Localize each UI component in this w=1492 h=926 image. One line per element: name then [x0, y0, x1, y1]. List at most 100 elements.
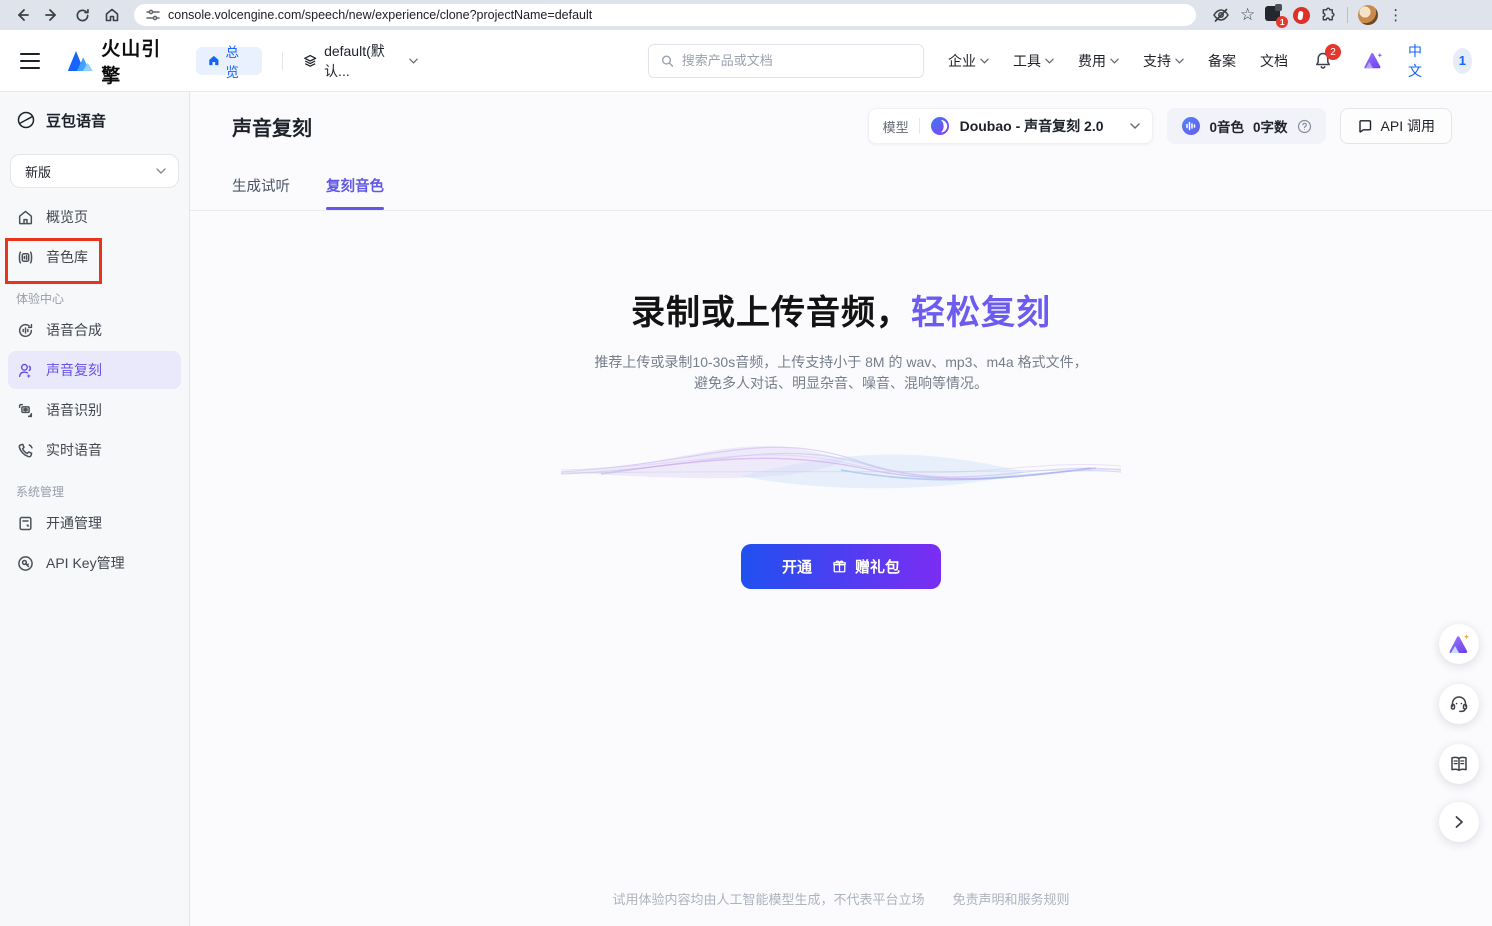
ai-assistant-volcano-icon[interactable]	[1362, 51, 1384, 71]
refresh-icon[interactable]	[70, 3, 94, 27]
docs-float-button[interactable]	[1439, 744, 1479, 784]
activate-gift-button[interactable]: 开通 赠礼包	[741, 544, 941, 589]
forward-icon[interactable]	[40, 3, 64, 27]
notifications-bell-icon[interactable]: 2	[1314, 51, 1332, 70]
language-switcher[interactable]: 中文	[1408, 41, 1429, 81]
gift-package-label: 赠礼包	[855, 556, 900, 577]
hero-title-main: 录制或上传音频，	[631, 294, 911, 332]
headset-icon	[1449, 694, 1469, 714]
key-icon	[16, 554, 34, 572]
sidebar-item-label: 语音合成	[46, 320, 102, 340]
home-icon[interactable]	[100, 3, 124, 27]
url-text[interactable]: console.volcengine.com/speech/new/experi…	[168, 8, 592, 22]
sidebar-item-label: 开通管理	[46, 513, 102, 533]
nav-billing[interactable]: 费用	[1078, 51, 1119, 71]
nav-support[interactable]: 支持	[1143, 51, 1184, 71]
version-selector[interactable]: 新版	[10, 154, 179, 188]
sidebar-item-label: 概览页	[46, 207, 88, 227]
overview-tab[interactable]: 总览	[196, 47, 262, 75]
chevron-down-icon	[1045, 58, 1054, 64]
nav-filing[interactable]: 备案	[1208, 51, 1236, 71]
activate-label: 开通	[782, 556, 812, 577]
doubao-logo-icon	[930, 116, 950, 136]
nav-label: 备案	[1208, 51, 1236, 71]
page: console.volcengine.com/speech/new/experi…	[0, 0, 1492, 926]
customer-service-float-button[interactable]	[1439, 684, 1479, 724]
hero-title-accent: 轻松复刻	[911, 294, 1051, 332]
footer-disclaimer: 试用体验内容均由人工智能模型生成，不代表平台立场	[612, 889, 924, 908]
sidebar-item-label: 语音识别	[46, 400, 102, 420]
sidebar-item-label: 声音复刻	[46, 360, 102, 380]
chevron-down-icon	[1175, 58, 1184, 64]
speech-synthesis-icon	[16, 321, 34, 339]
volcano-logo-icon	[66, 48, 93, 74]
api-call-label: API 调用	[1381, 116, 1435, 136]
api-call-button[interactable]: API 调用	[1340, 108, 1452, 144]
footer: 试用体验内容均由人工智能模型生成，不代表平台立场 免责声明和服务规则	[190, 889, 1492, 908]
gift-icon	[832, 559, 847, 574]
nav-label: 费用	[1078, 51, 1106, 71]
sidebar-item-label: 实时语音	[46, 440, 102, 460]
soundwave-badge-icon	[1181, 116, 1201, 136]
page-title: 声音复刻	[232, 112, 312, 141]
product-name: 豆包语音	[46, 110, 106, 131]
app-header: 火山引擎 总览 default(默认... 企业 工具 费用	[0, 30, 1492, 92]
ai-assistant-float-button[interactable]	[1439, 624, 1479, 664]
model-label: 模型	[883, 117, 909, 136]
tab-clone-voice[interactable]: 复刻音色	[326, 175, 384, 210]
document-icon	[16, 514, 34, 532]
extension-badge: 1	[1276, 16, 1288, 28]
sidebar-item-activation-management[interactable]: 开通管理	[8, 504, 181, 542]
notification-badge: 2	[1325, 44, 1341, 60]
product-search[interactable]	[648, 44, 924, 78]
project-selector[interactable]: default(默认...	[303, 41, 418, 81]
sidebar-item-realtime-voice[interactable]: 实时语音	[8, 431, 181, 469]
search-input[interactable]	[682, 53, 911, 68]
browser-profile-avatar[interactable]	[1358, 5, 1378, 25]
volcengine-logo[interactable]: 火山引擎	[66, 34, 174, 88]
browser-actions: ☆ 1 ⋮	[1212, 5, 1403, 25]
search-icon	[661, 54, 674, 68]
layers-icon	[303, 53, 317, 69]
nav-label: 企业	[948, 51, 976, 71]
logo-text: 火山引擎	[101, 34, 174, 88]
browser-menu-icon[interactable]: ⋮	[1388, 6, 1403, 24]
browser-toolbar: console.volcengine.com/speech/new/experi…	[0, 0, 1492, 30]
open-book-icon	[1449, 755, 1469, 773]
main-controls: 模型 Doubao - 声音复刻 2.0	[868, 108, 1452, 144]
nav-enterprise[interactable]: 企业	[948, 51, 989, 71]
sidebar-item-speech-synthesis[interactable]: 语音合成	[8, 311, 181, 349]
model-selector[interactable]: 模型 Doubao - 声音复刻 2.0	[868, 108, 1153, 144]
user-avatar[interactable]: 1	[1453, 48, 1472, 74]
hide-eye-icon[interactable]	[1212, 6, 1230, 24]
tab-generate-preview[interactable]: 生成试听	[232, 175, 290, 210]
speech-recognition-icon	[16, 401, 34, 419]
sidebar-item-speech-recognition[interactable]: 语音识别	[8, 391, 181, 429]
home-small-icon	[208, 54, 220, 67]
phone-icon	[16, 441, 34, 459]
help-icon[interactable]	[1297, 119, 1312, 134]
sidebar-item-api-key-management[interactable]: API Key管理	[8, 544, 181, 582]
nav-tools[interactable]: 工具	[1013, 51, 1054, 71]
back-icon[interactable]	[10, 3, 34, 27]
sidebar-item-voice-clone[interactable]: 声音复刻	[8, 351, 181, 389]
footer-terms-link[interactable]: 免责声明和服务规则	[953, 889, 1070, 908]
extension-red-icon[interactable]	[1293, 7, 1310, 24]
voice-library-icon	[16, 248, 34, 266]
sidebar-item-voice-library[interactable]: 音色库	[8, 238, 181, 276]
sidebar-section-experience: 体验中心	[16, 290, 173, 307]
collapse-panel-button[interactable]	[1439, 802, 1479, 842]
extensions-puzzle-icon[interactable]	[1320, 7, 1337, 24]
bookmark-star-icon[interactable]: ☆	[1240, 5, 1255, 25]
hero-description-line1: 推荐上传或录制10-30s音频，上传支持小于 8M 的 wav、mp3、m4a …	[594, 352, 1087, 373]
sidebar-item-label: 音色库	[46, 247, 88, 267]
extension-notes-icon[interactable]: 1	[1265, 6, 1283, 24]
sidebar-product[interactable]: 豆包语音	[0, 102, 189, 138]
hamburger-menu-icon[interactable]	[20, 53, 40, 69]
nav-docs[interactable]: 文档	[1260, 51, 1288, 71]
sidebar-item-overview[interactable]: 音色库 概览页	[8, 198, 181, 236]
address-bar[interactable]: console.volcengine.com/speech/new/experi…	[134, 4, 1196, 26]
site-settings-icon[interactable]	[146, 8, 160, 22]
usage-quota-pill[interactable]: 0音色 0字数	[1167, 108, 1326, 144]
browser-divider	[1347, 7, 1348, 23]
